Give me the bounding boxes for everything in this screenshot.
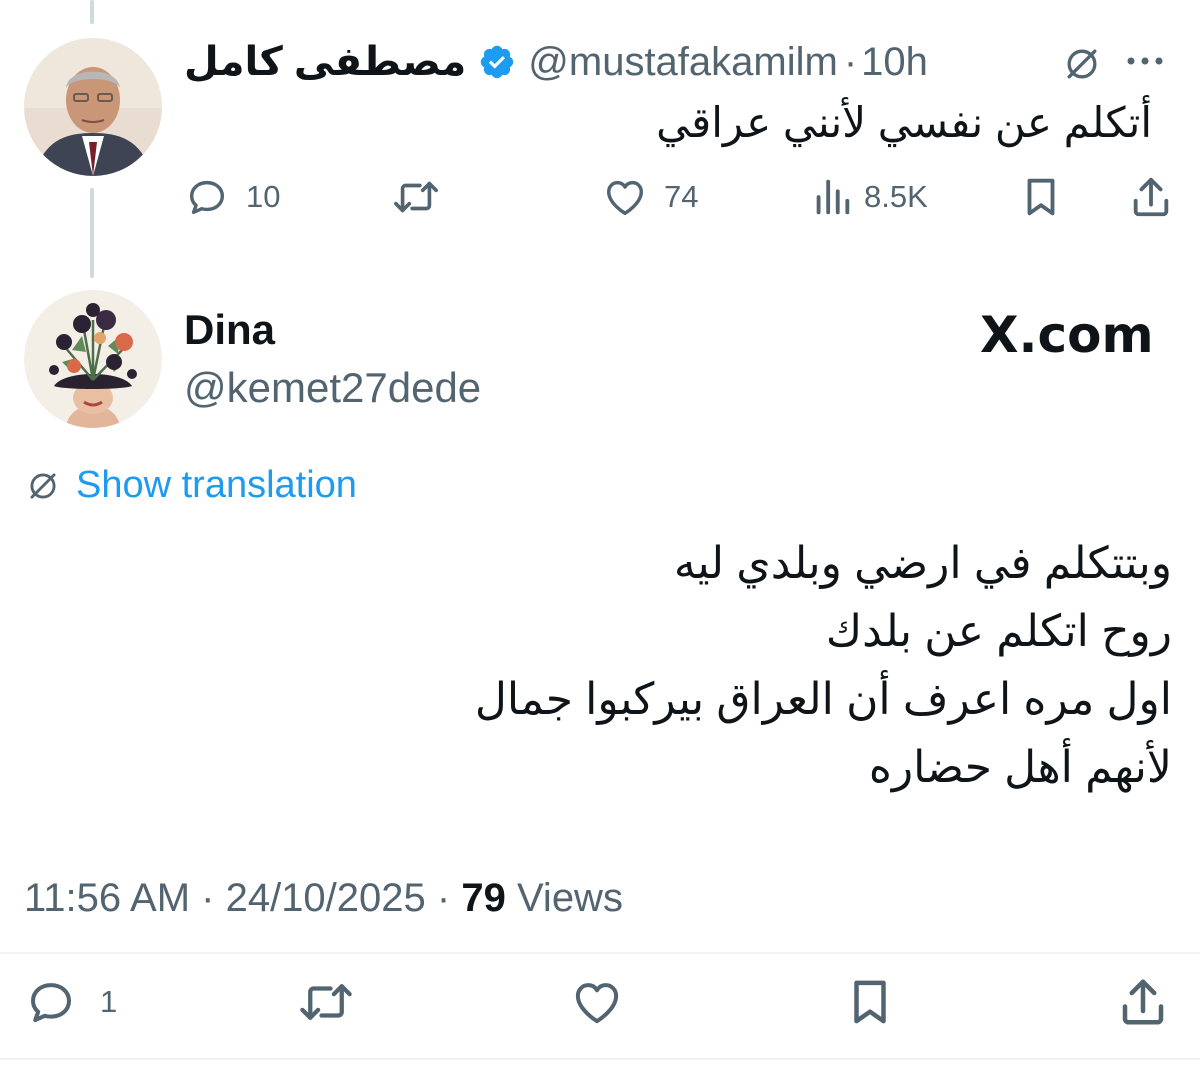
main-tweet-text: وبتتكلم في ارضي وبلدي ليه روح اتكلم عن ب… (72, 530, 1172, 802)
reply-button[interactable]: 10 (184, 174, 280, 220)
tweet-line: وبتتكلم في ارضي وبلدي ليه (673, 539, 1172, 588)
quoted-tweet-text: أتكلم عن نفسي لأنني عراقي (656, 99, 1152, 146)
like-icon (570, 975, 624, 1029)
like-icon (602, 174, 648, 220)
tweet-line: لأنهم أهل حضاره (868, 743, 1172, 792)
bookmark-button[interactable] (1020, 174, 1062, 220)
share-button[interactable] (1128, 174, 1174, 220)
bookmark-button[interactable] (846, 974, 894, 1030)
like-button[interactable] (570, 974, 624, 1030)
reply-icon (24, 975, 78, 1029)
share-icon (1128, 174, 1174, 220)
tweet-time[interactable]: 10h (861, 40, 928, 85)
avatar-dina[interactable] (24, 290, 162, 428)
main-author-handle[interactable]: @kemet27dede (184, 364, 481, 412)
views-button[interactable]: 8.5K (812, 174, 928, 220)
like-button[interactable]: 74 (602, 174, 698, 220)
grok-translate-icon (24, 467, 62, 505)
tweet-line: اول مره اعرف أن العراق بيركبوا جمال (474, 675, 1172, 724)
bottom-divider (0, 1058, 1200, 1060)
views-icon (812, 174, 852, 220)
tweet-meta: 11:56 AM · 24/10/2025 · 79 Views (24, 876, 623, 921)
retweet-button[interactable] (296, 974, 356, 1030)
retweet-button[interactable] (390, 174, 442, 220)
views-label: Views (516, 876, 623, 920)
reply-button[interactable]: 1 (24, 974, 117, 1030)
thread-line-top (90, 0, 94, 24)
reply-count: 1 (100, 984, 118, 1019)
author-handle[interactable]: @mustafakamilm (528, 40, 838, 85)
author-name[interactable]: مصطفى كامل (184, 39, 466, 85)
share-button[interactable] (1116, 974, 1170, 1030)
reply-count: 10 (246, 179, 281, 214)
views-count: 79 (461, 876, 506, 920)
like-count: 74 (664, 179, 699, 214)
verified-badge-icon (478, 43, 516, 81)
site-logo-text: X.com (980, 306, 1154, 364)
tweet-timestamp[interactable]: 11:56 AM · 24/10/2025 · (24, 876, 450, 920)
show-translation-label[interactable]: Show translation (76, 464, 357, 507)
thread-line (90, 188, 94, 278)
more-icon[interactable] (1120, 46, 1170, 81)
bookmark-icon (846, 975, 894, 1029)
share-icon (1116, 975, 1170, 1029)
views-count: 8.5K (864, 179, 928, 214)
quoted-tweet-header: مصطفى كامل @mustafakamilm · 10h (184, 36, 928, 88)
show-translation-link[interactable]: Show translation (24, 464, 357, 507)
separator: · (843, 39, 858, 84)
divider (0, 952, 1200, 954)
x-logo-watermark: X.com (980, 306, 1154, 364)
bookmark-icon (1020, 174, 1062, 220)
reply-icon (184, 174, 230, 220)
tweet-line: روح اتكلم عن بلدك (825, 607, 1172, 656)
main-author-name[interactable]: Dina (184, 306, 275, 354)
retweet-icon (390, 174, 442, 220)
avatar-mustafa[interactable] (24, 38, 162, 176)
grok-translate-icon[interactable] (1060, 42, 1104, 91)
retweet-icon (296, 975, 356, 1029)
